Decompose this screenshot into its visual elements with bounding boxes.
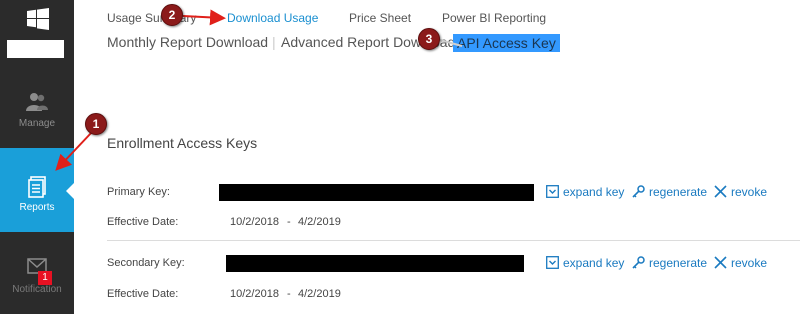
expand-key-label: expand key: [563, 185, 625, 199]
primary-revoke-button[interactable]: revoke: [714, 185, 767, 199]
sidebar-item-manage[interactable]: Manage: [0, 88, 74, 148]
account-box[interactable]: [7, 40, 64, 58]
callout-1: 1: [85, 113, 107, 135]
close-icon: [714, 185, 727, 198]
regenerate-label: regenerate: [649, 185, 708, 199]
secondary-expand-key-button[interactable]: expand key: [546, 256, 624, 270]
primary-start-date: 10/2/2018: [230, 216, 279, 228]
revoke-label: revoke: [731, 256, 768, 270]
expand-key-label: expand key: [563, 256, 625, 270]
nav-api-access-key[interactable]: API Access Key: [453, 34, 560, 52]
notification-badge: 1: [38, 271, 52, 285]
date-dash: -: [287, 216, 291, 228]
nav-monthly-report-download[interactable]: Monthly Report Download: [107, 34, 268, 50]
people-icon: [26, 93, 48, 111]
primary-key-label: Primary Key:: [107, 186, 170, 198]
sidebar-item-label: Notification: [12, 284, 62, 295]
callout-3: 3: [418, 28, 440, 50]
secondary-revoke-button[interactable]: revoke: [714, 256, 767, 270]
nav-price-sheet[interactable]: Price Sheet: [349, 11, 411, 25]
expand-icon: [546, 185, 559, 198]
primary-end-date: 4/2/2019: [298, 216, 341, 228]
key-icon: [632, 256, 645, 269]
row-divider: [107, 240, 800, 241]
windows-logo-icon[interactable]: [27, 8, 49, 30]
secondary-regenerate-button[interactable]: regenerate: [632, 256, 707, 270]
nav-power-bi-reporting[interactable]: Power BI Reporting: [442, 11, 546, 25]
secondary-end-date: 4/2/2019: [298, 288, 341, 300]
primary-expand-key-button[interactable]: expand key: [546, 185, 624, 199]
secondary-effective-date-label: Effective Date:: [107, 288, 179, 300]
sidebar-item-notification[interactable]: 1 Notification: [0, 255, 74, 314]
section-title: Enrollment Access Keys: [107, 135, 258, 151]
date-dash: -: [287, 288, 291, 300]
callout-2: 2: [161, 4, 183, 26]
nav-separator: |: [272, 34, 276, 50]
secondary-key-value: [226, 255, 524, 272]
sidebar-item-label: Manage: [18, 118, 56, 129]
nav-usage-summary[interactable]: Usage Summary: [107, 11, 196, 25]
revoke-label: revoke: [731, 185, 768, 199]
primary-effective-date-label: Effective Date:: [107, 216, 179, 228]
sidebar-item-reports[interactable]: Reports: [0, 148, 75, 232]
primary-regenerate-button[interactable]: regenerate: [632, 185, 707, 199]
nav-download-usage[interactable]: Download Usage: [227, 11, 318, 25]
primary-key-value: [219, 184, 534, 201]
sidebar: Manage Reports 1 Notification: [0, 0, 75, 314]
key-icon: [632, 185, 645, 198]
secondary-start-date: 10/2/2018: [230, 288, 279, 300]
sidebar-item-label: Reports: [19, 202, 55, 213]
regenerate-label: regenerate: [649, 256, 708, 270]
active-indicator: [66, 182, 75, 200]
secondary-key-label: Secondary Key:: [107, 257, 185, 269]
report-icon: [28, 176, 46, 198]
expand-icon: [546, 256, 559, 269]
close-icon: [714, 256, 727, 269]
